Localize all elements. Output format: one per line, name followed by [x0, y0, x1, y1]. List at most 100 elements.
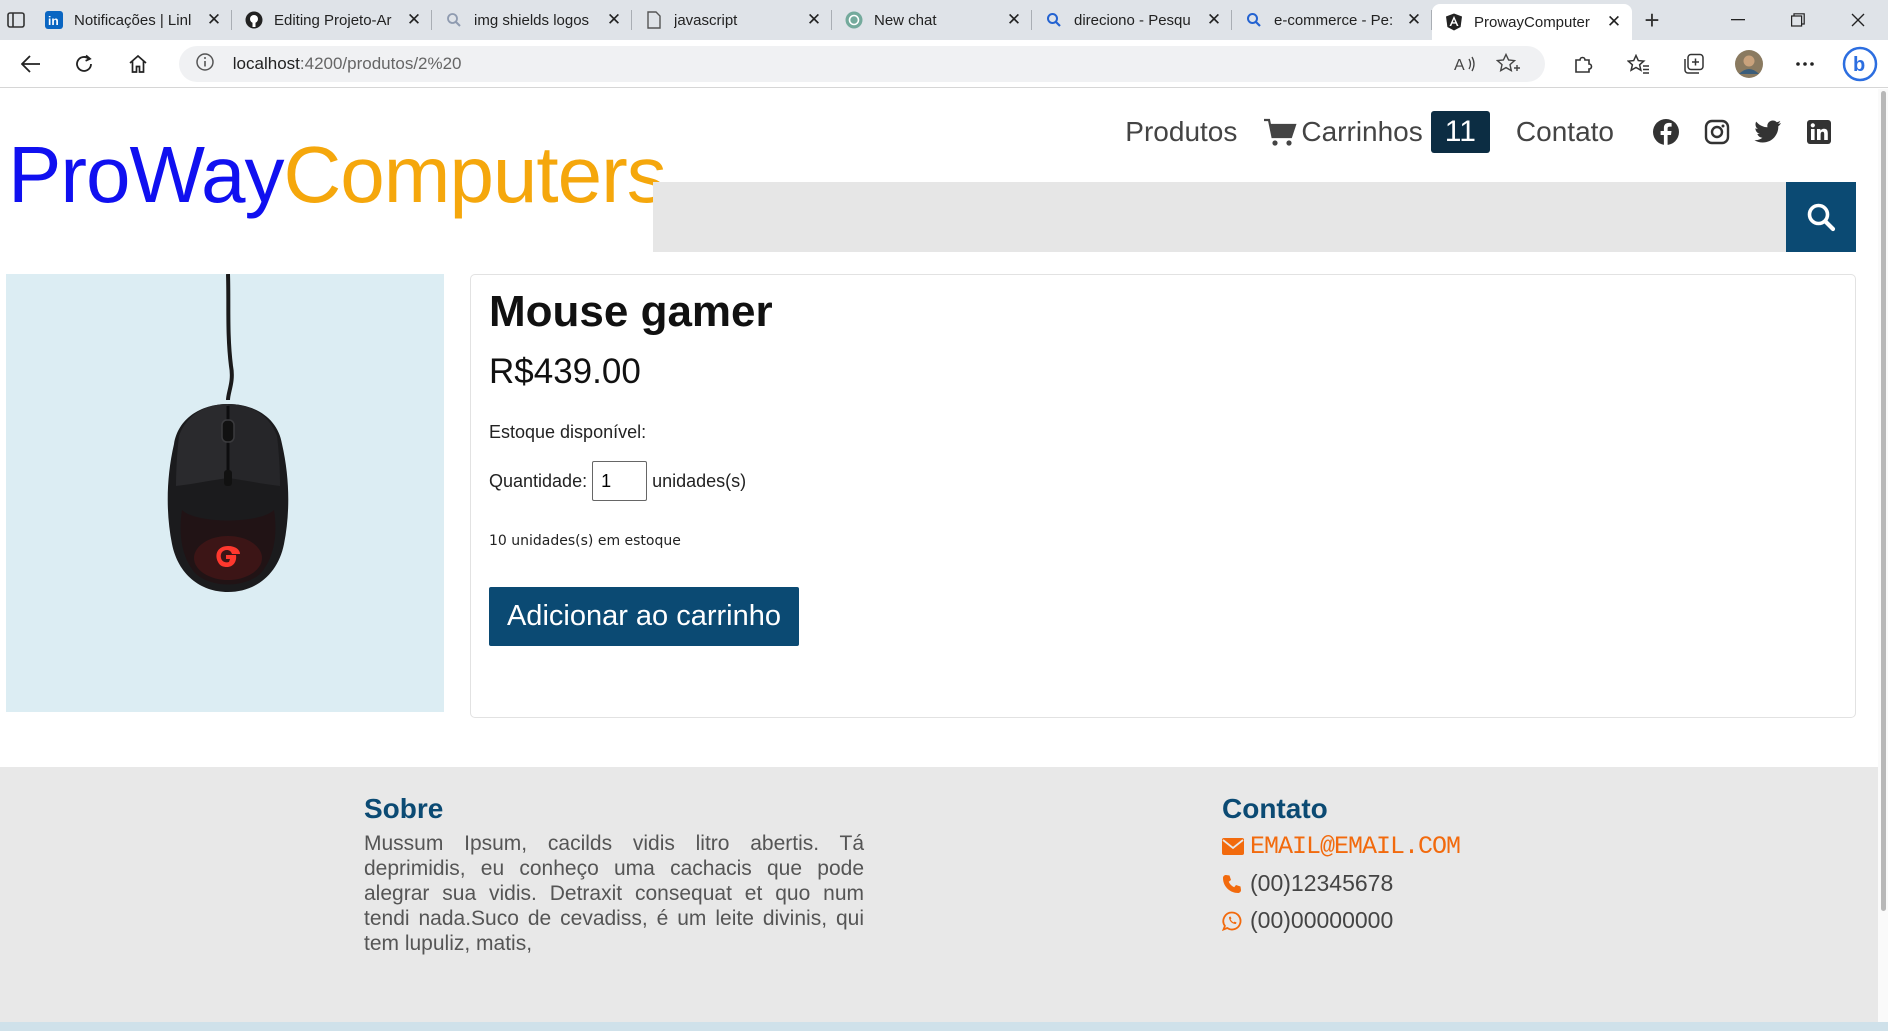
minimize-icon[interactable] — [1708, 0, 1768, 40]
product-details-card: Mouse gamer R$439.00 Estoque disponível:… — [470, 274, 1856, 718]
browser-tab-bar: in Notificações | Linl ✕ Editing Projeto… — [0, 0, 1888, 40]
page-content: ProWayComputers Produtos Carrinhos 11 Co… — [0, 89, 1888, 1031]
angular-icon — [1444, 12, 1464, 32]
footer-whatsapp-row: (00)00000000 — [1222, 905, 1622, 936]
tab-title: javascript — [674, 11, 738, 29]
phone-icon — [1222, 874, 1250, 894]
nav-link-contato[interactable]: Contato — [1516, 116, 1614, 148]
browser-tab[interactable]: New chat ✕ — [832, 0, 1032, 40]
collections-icon[interactable] — [1666, 44, 1722, 84]
profile-avatar[interactable] — [1721, 44, 1777, 84]
nav-link-produtos[interactable]: Produtos — [1125, 116, 1237, 148]
search-input[interactable] — [653, 182, 1786, 252]
product-price: R$439.00 — [489, 352, 641, 391]
nav-link-carrinhos[interactable]: Carrinhos — [1263, 116, 1423, 148]
browser-tab-active[interactable]: ProwayComputer ✕ — [1432, 4, 1632, 40]
browser-tab[interactable]: javascript ✕ — [632, 0, 832, 40]
footer-phone: (00)12345678 — [1250, 870, 1394, 896]
cart-icon — [1263, 117, 1297, 147]
footer-about-text: Mussum Ipsum, cacilds vidis litro aberti… — [364, 832, 864, 955]
top-nav: Produtos Carrinhos 11 Contato — [1125, 111, 1844, 153]
logo-part-2: Computers — [283, 130, 667, 219]
quantity-row: Quantidade: unidades(s) — [489, 461, 746, 501]
browser-tab[interactable]: in Notificações | Linl ✕ — [32, 0, 232, 40]
extensions-icon[interactable] — [1555, 44, 1611, 84]
instagram-icon[interactable] — [1691, 112, 1742, 152]
footer-whatsapp: (00)00000000 — [1250, 907, 1394, 933]
tab-title: Editing Projeto-Ar — [274, 11, 392, 29]
close-icon[interactable]: ✕ — [1204, 10, 1224, 30]
tab-title: ProwayComputer — [1474, 13, 1590, 31]
footer-email[interactable]: EMAIL@EMAIL.COM — [1250, 832, 1461, 861]
bottom-strip — [0, 1022, 1888, 1031]
browser-tab[interactable]: e-commerce - Pe: ✕ — [1232, 0, 1432, 40]
chatgpt-icon — [844, 10, 864, 30]
svg-text:A: A — [1454, 57, 1465, 74]
search-button[interactable] — [1786, 182, 1856, 252]
tab-title: direciono - Pesqu — [1074, 11, 1191, 29]
footer-about: Sobre Mussum Ipsum, cacilds vidis litro … — [364, 793, 864, 956]
tab-title: img shields logos — [474, 11, 590, 29]
address-bar: localhost:4200/produtos/2%20 A b — [0, 40, 1888, 88]
close-icon[interactable]: ✕ — [204, 10, 224, 30]
linkedin-icon[interactable] — [1793, 112, 1844, 152]
twitter-icon[interactable] — [1742, 112, 1793, 152]
quantity-unit: unidades(s) — [652, 470, 747, 491]
restore-icon[interactable] — [1768, 0, 1828, 40]
github-icon — [244, 10, 264, 30]
page-scrollbar[interactable] — [1878, 89, 1888, 1031]
tab-title: e-commerce - Pe: — [1274, 11, 1394, 29]
close-icon[interactable]: ✕ — [404, 10, 424, 30]
close-icon[interactable]: ✕ — [1004, 10, 1024, 30]
cart-count-badge: 11 — [1430, 111, 1490, 153]
envelope-icon — [1222, 838, 1250, 855]
refresh-icon[interactable] — [62, 44, 108, 84]
close-icon[interactable]: ✕ — [804, 10, 824, 30]
svg-text:in: in — [48, 14, 59, 28]
logo-part-1: ProWay — [8, 130, 285, 219]
home-icon[interactable] — [115, 44, 161, 84]
close-window-icon[interactable] — [1828, 0, 1888, 40]
new-tab-button[interactable]: + — [1632, 0, 1672, 40]
quantity-input[interactable] — [592, 461, 648, 501]
browser-tab[interactable]: img shields logos ✕ — [432, 0, 632, 40]
tab-title: Notificações | Linl — [74, 11, 192, 29]
close-icon[interactable]: ✕ — [1604, 12, 1624, 32]
site-logo[interactable]: ProWayComputers — [8, 135, 667, 215]
stock-label: Estoque disponível: — [489, 422, 647, 442]
footer: Sobre Mussum Ipsum, cacilds vidis litro … — [0, 767, 1888, 1031]
search-icon — [444, 10, 464, 30]
read-aloud-icon[interactable]: A — [1445, 49, 1487, 79]
add-to-cart-button[interactable]: Adicionar ao carrinho — [489, 587, 799, 646]
nav-link-carrinhos-label: Carrinhos — [1301, 116, 1423, 147]
browser-tab[interactable]: direciono - Pesqu ✕ — [1032, 0, 1232, 40]
add-favorite-icon[interactable] — [1487, 49, 1529, 79]
quantity-label: Quantidade: — [489, 470, 588, 491]
bing-chat-icon[interactable]: b — [1832, 44, 1888, 84]
close-icon[interactable]: ✕ — [604, 10, 624, 30]
scrollbar-thumb[interactable] — [1881, 91, 1886, 911]
more-options-icon[interactable] — [1777, 44, 1833, 84]
url-bar[interactable]: localhost:4200/produtos/2%20 A — [178, 45, 1545, 82]
tab-title: New chat — [874, 11, 937, 29]
product-name: Mouse gamer — [489, 287, 773, 336]
in-stock-count: 10 unidades(s) em estoque — [489, 533, 681, 549]
workspaces-icon[interactable] — [0, 0, 32, 40]
footer-contact: Contato EMAIL@EMAIL.COM (00)12345678 (00… — [1222, 793, 1622, 936]
site-info-icon[interactable] — [195, 52, 215, 76]
mouse-image — [167, 274, 289, 592]
window-controls — [1708, 0, 1888, 40]
back-icon[interactable] — [8, 44, 54, 84]
browser-tab[interactable]: Editing Projeto-Ar ✕ — [232, 0, 432, 40]
search-icon — [1244, 10, 1264, 30]
favorites-icon[interactable] — [1610, 44, 1666, 84]
search-bar — [653, 182, 1856, 252]
footer-email-row[interactable]: EMAIL@EMAIL.COM — [1222, 831, 1622, 862]
whatsapp-icon — [1222, 911, 1250, 931]
facebook-icon[interactable] — [1640, 112, 1691, 152]
search-icon — [1806, 202, 1836, 232]
footer-phone-row: (00)12345678 — [1222, 868, 1622, 899]
close-icon[interactable]: ✕ — [1404, 10, 1424, 30]
url-text[interactable]: localhost:4200/produtos/2%20 — [233, 54, 1445, 74]
search-icon — [1044, 10, 1064, 30]
